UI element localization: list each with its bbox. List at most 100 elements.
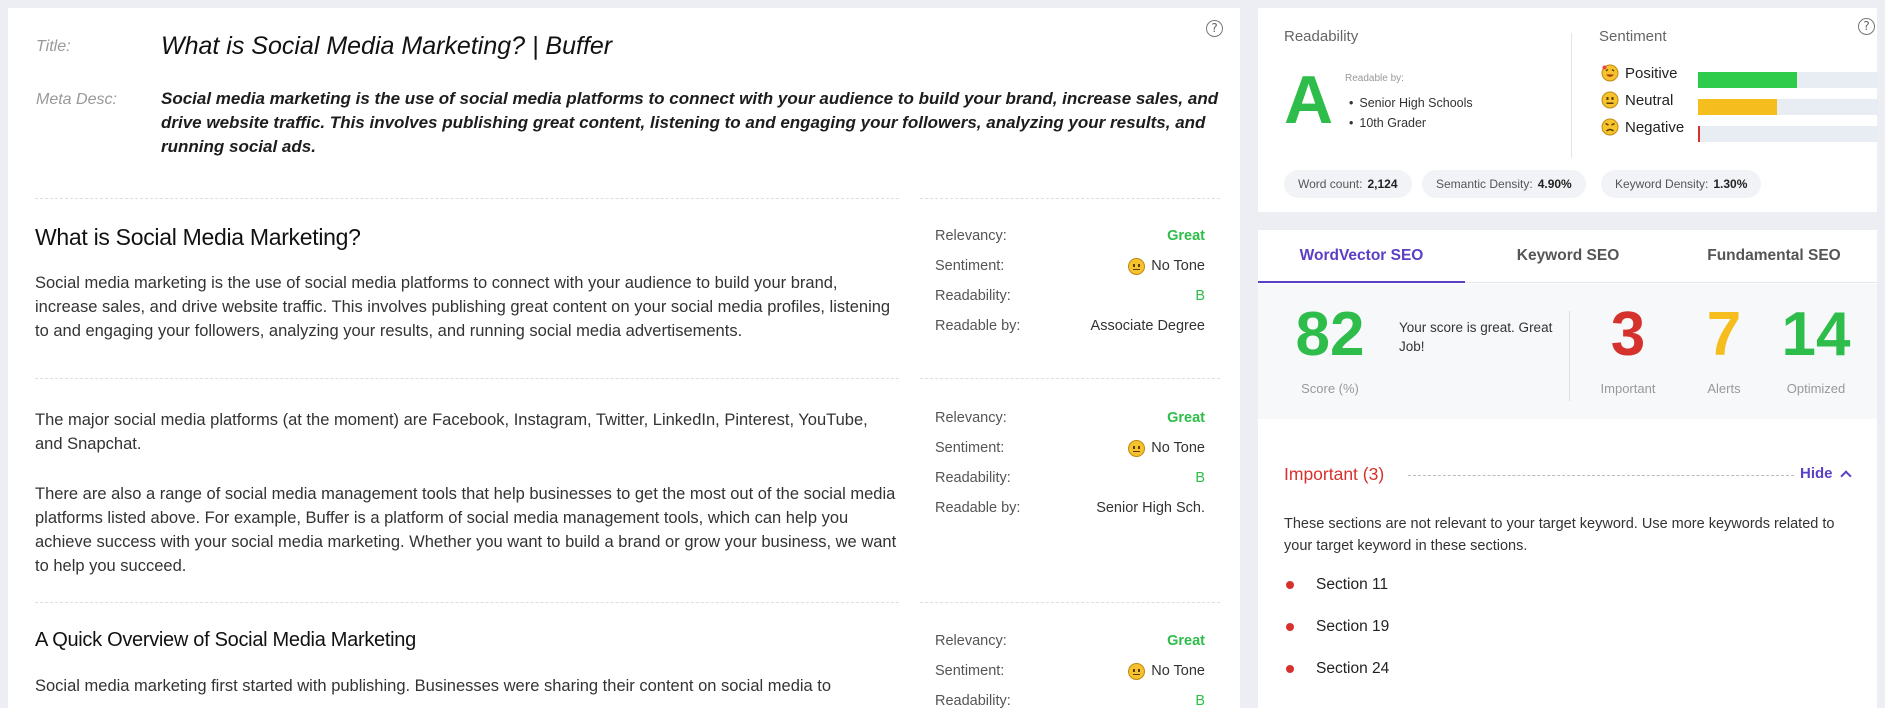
sentiment-neutral-label: Neutral	[1625, 91, 1674, 109]
sentiment-negative-fill	[1698, 126, 1700, 142]
hide-label: Hide	[1800, 465, 1833, 482]
sentiment-label: Sentiment:	[935, 440, 1005, 456]
meta-title: What is Social Media Marketing? | Buffer	[161, 32, 613, 60]
sentiment-row: Sentiment: No Tone	[935, 656, 1205, 686]
section-metrics: Relevancy: Great Sentiment: No Tone Readab…	[935, 626, 1205, 708]
sentiment-neutral-row: Neutral	[1601, 91, 1703, 109]
relevancy-label: Relevancy:	[935, 633, 1007, 649]
meta-desc-row: Meta Desc: Social media marketing is the…	[36, 89, 1221, 159]
section-link: Section 24	[1316, 660, 1390, 677]
important-count: 3	[1610, 300, 1646, 369]
sentiment-positive-fill	[1698, 72, 1797, 88]
seo-card: WordVector SEO Keyword SEO Fundamental S…	[1258, 230, 1877, 708]
divider	[1571, 33, 1572, 158]
section-heading: What is Social Media Marketing?	[35, 224, 361, 250]
readable-by-list: Senior High Schools 10th Grader	[1345, 93, 1473, 133]
optimized-caption: Optimized	[1786, 381, 1846, 396]
content-section[interactable]: A Quick Overview of Social Media Marketi…	[35, 629, 899, 698]
meta-description: Social media marketing is the use of soc…	[161, 89, 1219, 156]
meta-title-label: Title:	[36, 38, 71, 55]
red-dot-icon	[1286, 581, 1294, 589]
content-section[interactable]: The major social media platforms (at the…	[35, 408, 899, 578]
sentiment-positive-label: Positive	[1625, 64, 1678, 82]
divider	[35, 198, 899, 199]
readability-value: B	[1195, 470, 1205, 486]
relevancy-label: Relevancy:	[935, 410, 1007, 426]
list-item: 10th Grader	[1345, 113, 1473, 133]
sentiment-heading: Sentiment	[1599, 28, 1667, 45]
sentiment-label: Sentiment:	[935, 258, 1005, 274]
seo-tabs: WordVector SEO Keyword SEO Fundamental S…	[1258, 230, 1877, 283]
readable-by-value: Associate Degree	[1090, 318, 1205, 334]
word-count-chip: Word count: 2,124	[1284, 170, 1412, 198]
section-paragraph: Social media marketing first started wit…	[35, 677, 832, 695]
help-icon[interactable]: ?	[1858, 18, 1875, 35]
list-item[interactable]: Section 24	[1284, 660, 1389, 678]
sentiment-label: Sentiment:	[935, 663, 1005, 679]
readability-label: Readability:	[935, 693, 1011, 708]
relevancy-value: Great	[1167, 228, 1205, 244]
optimized-count: 14	[1781, 300, 1851, 369]
sentiment-neutral-bar	[1698, 99, 1878, 115]
readable-by-label: Readable by:	[935, 318, 1021, 334]
sentiment-negative-label: Negative	[1625, 118, 1685, 136]
happy-face-icon	[1601, 64, 1619, 82]
stat-value: 2,124	[1367, 177, 1398, 191]
stat-value: 4.90%	[1537, 177, 1572, 191]
score-caption: Score (%)	[1301, 381, 1359, 396]
relevancy-label: Relevancy:	[935, 228, 1007, 244]
keyword-density-chip: Keyword Density: 1.30%	[1601, 170, 1762, 198]
divider	[35, 378, 899, 379]
hide-button[interactable]: Hide	[1800, 465, 1852, 482]
content-panel: ? Title: What is Social Media Marketing?…	[8, 8, 1240, 708]
sentiment-row: Sentiment: No Tone	[935, 433, 1205, 463]
divider	[35, 602, 899, 603]
meta-desc-label: Meta Desc:	[36, 91, 117, 108]
tab-fundamental-seo[interactable]: Fundamental SEO	[1671, 230, 1877, 283]
relevancy-row: Relevancy: Great	[935, 221, 1205, 251]
semantic-density-chip: Semantic Density: 4.90%	[1422, 170, 1586, 198]
tab-keyword-seo[interactable]: Keyword SEO	[1465, 230, 1671, 283]
readability-heading: Readability	[1284, 28, 1359, 45]
sentiment-positive-bar	[1698, 72, 1878, 88]
readability-row: Readability: B	[935, 686, 1205, 708]
divider	[920, 602, 1220, 603]
red-dot-icon	[1286, 623, 1294, 631]
readable-by-label: Readable by:	[935, 500, 1021, 516]
list-item[interactable]: Section 11	[1284, 576, 1388, 594]
stat-value: 1.30%	[1713, 177, 1748, 191]
neutral-face-icon	[1128, 439, 1146, 457]
important-caption: Important	[1600, 381, 1656, 396]
divider	[920, 378, 1220, 379]
content-section[interactable]: What is Social Media Marketing? Social m…	[35, 224, 899, 343]
readability-label: Readability:	[935, 470, 1011, 486]
relevancy-value: Great	[1167, 633, 1205, 649]
section-paragraph: There are also a range of social media m…	[35, 485, 897, 575]
meta-title-row: Title: What is Social Media Marketing? |…	[36, 32, 612, 61]
divider	[1569, 311, 1570, 401]
alerts-caption: Alerts	[1707, 381, 1741, 396]
red-dot-icon	[1286, 665, 1294, 673]
sentiment-value: No Tone	[1151, 258, 1205, 274]
readability-value: B	[1195, 288, 1205, 304]
sentiment-neutral-fill	[1698, 99, 1778, 115]
section-metrics: Relevancy: Great Sentiment: No Tone Readab…	[935, 403, 1205, 523]
score-summary: 82 Score (%) Your score is great. Great …	[1258, 284, 1877, 419]
section-link: Section 11	[1316, 576, 1389, 593]
readability-value: B	[1195, 693, 1205, 708]
sentiment-value: No Tone	[1151, 663, 1205, 679]
readability-grade: A	[1284, 62, 1334, 138]
readability-row: Readability: B	[935, 463, 1205, 493]
readability-label: Readability:	[935, 288, 1011, 304]
sentiment-positive-row: Positive	[1601, 64, 1703, 82]
score-value: 82	[1295, 300, 1365, 369]
list-item[interactable]: Section 19	[1284, 618, 1389, 636]
readable-by-row: Readable by: Associate Degree	[935, 311, 1205, 341]
neutral-face-icon	[1128, 662, 1146, 680]
tab-wordvector-seo[interactable]: WordVector SEO	[1258, 230, 1465, 283]
divider	[1408, 475, 1794, 476]
sentiment-negative-bar	[1698, 126, 1878, 142]
readability-sentiment-card: Readability A Readable by: Senior High S…	[1258, 8, 1878, 212]
angry-face-icon	[1601, 118, 1619, 136]
help-icon[interactable]: ?	[1206, 20, 1223, 37]
